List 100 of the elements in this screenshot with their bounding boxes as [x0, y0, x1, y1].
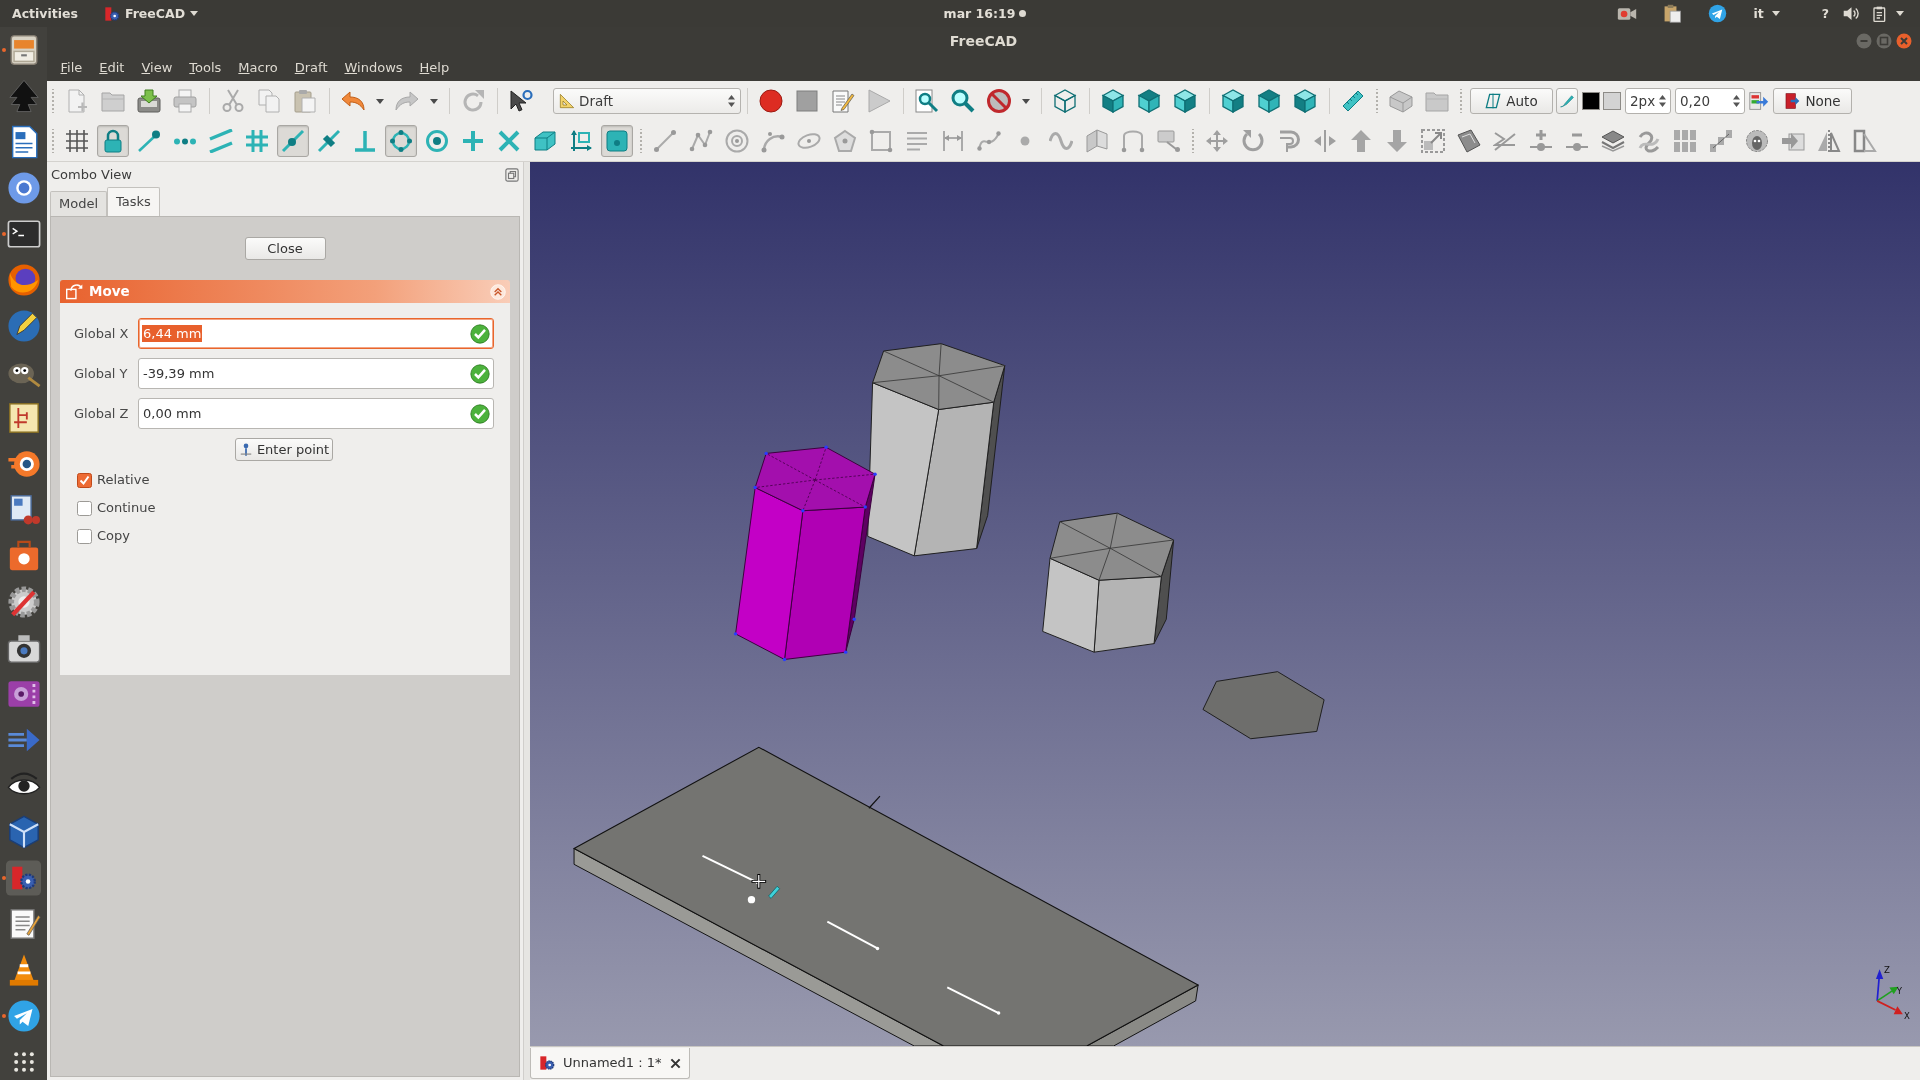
color-swatch[interactable] [1603, 92, 1621, 110]
help-indicator[interactable]: ? [1821, 6, 1829, 21]
speaker-icon[interactable] [1843, 5, 1860, 22]
circle-icon[interactable] [725, 129, 749, 153]
list-arrow-icon[interactable] [1749, 91, 1769, 111]
clock[interactable]: mar 16:19 [943, 6, 1016, 21]
pentagon-icon[interactable] [833, 129, 857, 153]
terminal-icon[interactable] [6, 217, 41, 251]
snap-toggle-button[interactable] [385, 125, 417, 157]
clipboard-icon[interactable] [1872, 5, 1888, 22]
checkbox[interactable] [77, 500, 92, 516]
block-icon[interactable] [1389, 89, 1413, 113]
viewport-3d[interactable]: Z Y X [530, 162, 1920, 1046]
activities-button[interactable]: Activities [0, 6, 90, 21]
bezier-icon[interactable] [1121, 129, 1145, 153]
text-lines-icon[interactable] [905, 129, 929, 153]
app-grid-icon[interactable] [13, 1052, 34, 1072]
line-width-spinbox[interactable]: 2px [1625, 88, 1671, 114]
construction-toggle[interactable] [1556, 88, 1578, 114]
menu-item[interactable]: File [52, 60, 91, 76]
close-button[interactable]: Close [244, 237, 326, 260]
text-field[interactable]: -39,39 mm [138, 358, 494, 389]
pointer-icon[interactable] [509, 89, 533, 113]
cube-icon[interactable] [1137, 89, 1161, 113]
scale-icon[interactable] [1421, 129, 1445, 153]
zoom-page-icon[interactable] [915, 89, 939, 113]
line-segment[interactable] [826, 920, 880, 951]
hexagonal-prism[interactable] [1042, 512, 1175, 653]
menu-item[interactable]: Macro [229, 60, 287, 76]
menu-item[interactable]: Help [411, 60, 458, 76]
keyboard-layout-button[interactable]: it [1753, 6, 1780, 21]
autogroup-button[interactable]: None [1773, 88, 1852, 114]
cube-icon[interactable] [1293, 89, 1317, 113]
text-field[interactable]: 0,00 mm [138, 398, 494, 429]
cube-icon[interactable] [1221, 89, 1245, 113]
arrow-down-icon[interactable] [1385, 129, 1409, 153]
tab[interactable]: Tasks [107, 187, 160, 216]
schematic-icon[interactable] [6, 401, 41, 435]
undo-icon[interactable] [341, 89, 365, 113]
menu-item[interactable]: Edit [90, 60, 133, 76]
arrow-up-icon[interactable] [1349, 129, 1373, 153]
measure-lines-icon[interactable] [941, 129, 965, 153]
line-icon[interactable] [653, 129, 677, 153]
workbench-dropdown[interactable]: Draft [553, 88, 741, 114]
wireframe-cube-icon[interactable] [1053, 89, 1077, 113]
cube-icon[interactable] [1101, 89, 1125, 113]
knot-icon[interactable] [1637, 129, 1661, 153]
polyline-icon[interactable] [689, 129, 713, 153]
new-document-icon[interactable] [65, 89, 89, 113]
scissors-icon[interactable] [221, 89, 245, 113]
close-icon[interactable] [669, 1057, 681, 1069]
sheet-icon[interactable] [1457, 129, 1481, 153]
circle-logo-icon[interactable] [6, 171, 41, 205]
angle-frame-icon[interactable] [1853, 129, 1877, 153]
no-entry-icon[interactable] [987, 89, 1011, 113]
working-plane-button[interactable]: Auto [1470, 88, 1553, 114]
offset-curve-icon[interactable] [1277, 129, 1301, 153]
hexagon[interactable] [1202, 671, 1325, 740]
cube-icon[interactable] [1173, 89, 1197, 113]
tree-icon[interactable] [6, 79, 41, 113]
clipboard-icon[interactable] [1663, 4, 1683, 23]
snap-toggle-button[interactable] [277, 125, 309, 157]
paper-plane-icon[interactable] [6, 999, 41, 1033]
mirror-icon[interactable] [1817, 129, 1841, 153]
record-icon[interactable] [759, 89, 783, 113]
rectangle-icon[interactable] [869, 129, 893, 153]
ruler-icon[interactable] [1341, 89, 1365, 113]
gear-icon[interactable] [6, 585, 41, 619]
pen-icon[interactable] [6, 309, 41, 343]
node-plus-icon[interactable] [1529, 129, 1553, 153]
app-menu[interactable]: FreeCAD [103, 5, 199, 22]
maximize-icon[interactable] [1876, 33, 1892, 49]
arc-icon[interactable] [761, 129, 785, 153]
save-icon[interactable] [137, 89, 161, 113]
wave-icon[interactable] [1049, 129, 1073, 153]
label-icon[interactable] [1157, 129, 1181, 153]
magnifier-icon[interactable] [951, 89, 975, 113]
menu-item[interactable]: Tools [180, 60, 230, 76]
zigzag-icon[interactable] [1493, 129, 1517, 153]
notepad-pencil-icon[interactable] [831, 89, 855, 113]
play-icon[interactable] [867, 89, 891, 113]
document-tab[interactable]: Unnamed1 : 1* [530, 1048, 690, 1079]
paper-plane-icon[interactable] [1708, 4, 1728, 23]
menu-item[interactable]: Windows [336, 60, 412, 76]
point-icon[interactable] [1020, 136, 1030, 146]
stretch-icon[interactable] [1313, 129, 1337, 153]
minimize-icon[interactable] [1856, 33, 1872, 49]
color-swatch[interactable] [1582, 92, 1600, 110]
collapse-icon[interactable] [490, 283, 506, 300]
checkbox-label[interactable]: Copy [97, 528, 130, 544]
hexagonal-prism[interactable] [867, 343, 1006, 557]
snap-toggle-button[interactable] [601, 125, 633, 157]
menu-item[interactable]: Draft [286, 60, 336, 76]
line-segment[interactable] [946, 986, 1001, 1015]
checkbox-label[interactable]: Continue [97, 500, 156, 516]
panels-icon[interactable] [1085, 129, 1109, 153]
snap-toggle-button[interactable] [97, 125, 129, 157]
enter-point-button[interactable]: Enter point [235, 438, 333, 461]
mask-icon[interactable] [1745, 129, 1769, 153]
checkbox[interactable] [77, 472, 92, 488]
